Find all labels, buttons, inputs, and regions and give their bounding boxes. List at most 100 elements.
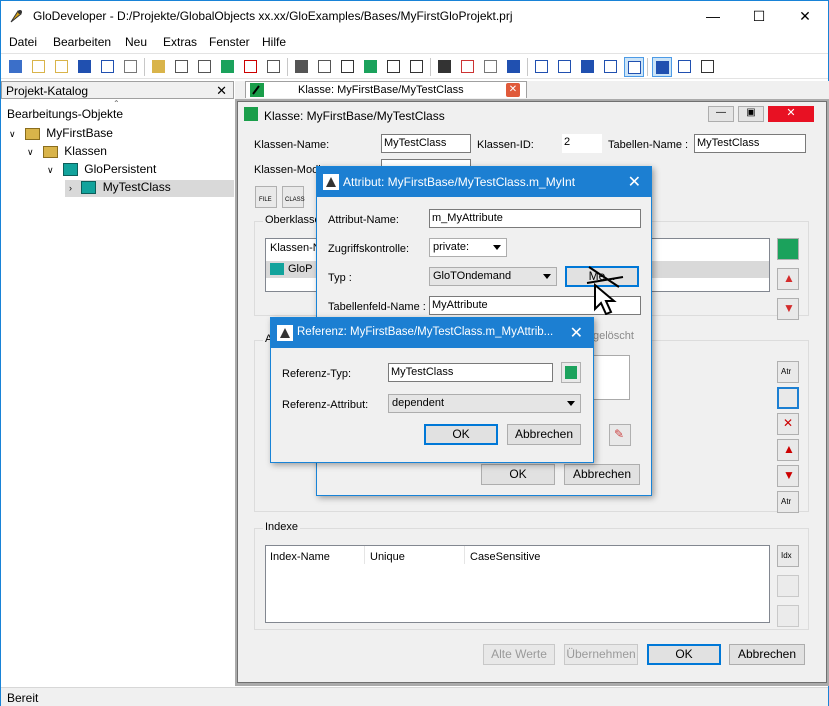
attribute-dialog-titlebar: Attribut: MyFirstBase/MyTestClass.m_MyIn…: [317, 167, 651, 197]
class-id-field[interactable]: 2: [562, 134, 602, 153]
new-file-icon[interactable]: [172, 57, 192, 77]
grid-icon[interactable]: [458, 57, 478, 77]
move-up-icon[interactable]: ▲: [777, 268, 799, 290]
maximize-icon[interactable]: [601, 57, 621, 77]
cut-icon-glyph: [267, 60, 280, 73]
maximize-button[interactable]: ☐: [736, 1, 782, 31]
app-icon: [9, 8, 25, 24]
menu-bearbeiten[interactable]: Bearbeiten: [53, 35, 111, 49]
tools-icon[interactable]: [481, 57, 501, 77]
hand-cursor-icon: [579, 259, 629, 316]
delete-index-icon[interactable]: [777, 605, 799, 627]
window-icon[interactable]: [504, 57, 524, 77]
edit-index-icon[interactable]: [777, 575, 799, 597]
ok-button[interactable]: OK: [647, 644, 721, 665]
class-icon[interactable]: CLASS: [282, 186, 305, 208]
split-icon[interactable]: [652, 57, 672, 77]
close-button[interactable]: ✕: [768, 106, 814, 122]
attribute-down-icon[interactable]: ▼: [777, 465, 799, 487]
apply-button[interactable]: Übernehmen: [564, 644, 638, 665]
attribute-props-icon[interactable]: Atr: [777, 491, 799, 513]
save-icon[interactable]: [75, 57, 95, 77]
panel-icon[interactable]: [675, 57, 695, 77]
globe-icon[interactable]: [435, 57, 455, 77]
attr-cancel-button[interactable]: Abbrechen: [564, 464, 640, 485]
cancel-button[interactable]: Abbrechen: [729, 644, 805, 665]
new-index-icon[interactable]: Idx: [777, 545, 799, 567]
ref-ok-button[interactable]: OK: [424, 424, 498, 445]
class-icon: [81, 181, 97, 195]
new-attribute-icon[interactable]: [384, 57, 404, 77]
attribute-icon[interactable]: Atr: [777, 361, 799, 383]
attribute-icon[interactable]: [338, 57, 358, 77]
new-index-icon[interactable]: [407, 57, 427, 77]
open-folder-icon[interactable]: [52, 57, 72, 77]
folder-icon[interactable]: [149, 57, 169, 77]
split-icon-glyph: [656, 61, 669, 74]
tree-item-glopersistent[interactable]: ∨ GloPersistent: [47, 162, 156, 177]
copy-icon[interactable]: [292, 57, 312, 77]
close-icon[interactable]: ✕: [570, 323, 583, 343]
tree-item-mytestclass[interactable]: › MyTestClass: [65, 180, 234, 197]
reference-type-field[interactable]: MyTestClass: [388, 363, 553, 382]
window-title: GloDeveloper - D:/Projekte/GlobalObjects…: [33, 9, 513, 23]
folder-icon: [42, 145, 58, 158]
properties-icon[interactable]: [121, 57, 141, 77]
new-icon[interactable]: [6, 57, 26, 77]
tab-class-window[interactable]: Klasse: MyFirstBase/MyTestClass ✕: [245, 81, 527, 98]
attr-ok-button[interactable]: OK: [481, 464, 555, 485]
menu-extras[interactable]: Extras: [163, 35, 197, 49]
tree-item-myfirstbase[interactable]: ∨ MyFirstBase: [9, 126, 113, 140]
reference-icon[interactable]: [777, 387, 799, 409]
restore-button[interactable]: ▣: [738, 106, 764, 122]
edit-pencil-icon[interactable]: ✎: [609, 424, 631, 446]
close-button[interactable]: ✕: [782, 1, 828, 31]
tile-icon[interactable]: [555, 57, 575, 77]
refresh-icon[interactable]: [361, 57, 381, 77]
panel-icon-glyph: [678, 60, 691, 73]
close-icon[interactable]: ✕: [628, 172, 641, 192]
toolbar-separator: [647, 58, 648, 76]
scroll-up-icon[interactable]: ⌃: [113, 99, 120, 108]
class-name-field[interactable]: MyTestClass: [381, 134, 471, 153]
add-superclass-icon[interactable]: [777, 238, 799, 260]
class-window-titlebar: Klasse: MyFirstBase/MyTestClass — ▣ ✕: [238, 102, 826, 128]
menu-hilfe[interactable]: Hilfe: [262, 35, 286, 49]
panel-close-icon[interactable]: ✕: [216, 83, 227, 99]
menu-datei[interactable]: Datei: [9, 35, 37, 49]
type-select[interactable]: GloTOndemand: [429, 267, 557, 286]
old-values-button[interactable]: Alte Werte: [483, 644, 555, 665]
edit-icon-glyph: [221, 60, 234, 73]
book-icon[interactable]: [698, 57, 718, 77]
tab-close-icon[interactable]: ✕: [506, 83, 520, 97]
minimize-button[interactable]: —: [708, 106, 734, 122]
notes-box[interactable]: [593, 355, 630, 400]
ref-cancel-button[interactable]: Abbrechen: [507, 424, 581, 445]
select-class-icon[interactable]: [561, 362, 581, 383]
reference-dialog-titlebar: Referenz: MyFirstBase/MyTestClass.m_MyAt…: [271, 318, 593, 348]
layout-icon[interactable]: [624, 57, 644, 77]
cut-icon[interactable]: [264, 57, 284, 77]
menu-neu[interactable]: Neu: [125, 35, 147, 49]
new-class-icon[interactable]: [195, 57, 215, 77]
paste-icon-glyph: [318, 60, 331, 73]
move-down-icon[interactable]: ▼: [777, 298, 799, 320]
tree-item-klassen[interactable]: ∨ Klassen: [27, 144, 107, 158]
delete-attribute-icon[interactable]: ✕: [777, 413, 799, 435]
minimize-button[interactable]: —: [690, 1, 736, 31]
cascade-icon[interactable]: [532, 57, 552, 77]
restore-icon[interactable]: [578, 57, 598, 77]
table-name-field[interactable]: MyTestClass: [694, 134, 806, 153]
open-icon[interactable]: [29, 57, 49, 77]
paste-icon[interactable]: [315, 57, 335, 77]
index-list[interactable]: Index-Name Unique CaseSensitive: [265, 545, 770, 623]
edit-icon[interactable]: [218, 57, 238, 77]
attribute-name-field[interactable]: m_MyAttribute: [429, 209, 641, 228]
delete-icon[interactable]: [241, 57, 261, 77]
attribute-up-icon[interactable]: ▲: [777, 439, 799, 461]
reference-attribute-select[interactable]: dependent: [388, 394, 581, 413]
menu-fenster[interactable]: Fenster: [209, 35, 250, 49]
file-icon[interactable]: FILE: [255, 186, 277, 208]
access-select[interactable]: private:: [429, 238, 507, 257]
save-all-icon[interactable]: [98, 57, 118, 77]
